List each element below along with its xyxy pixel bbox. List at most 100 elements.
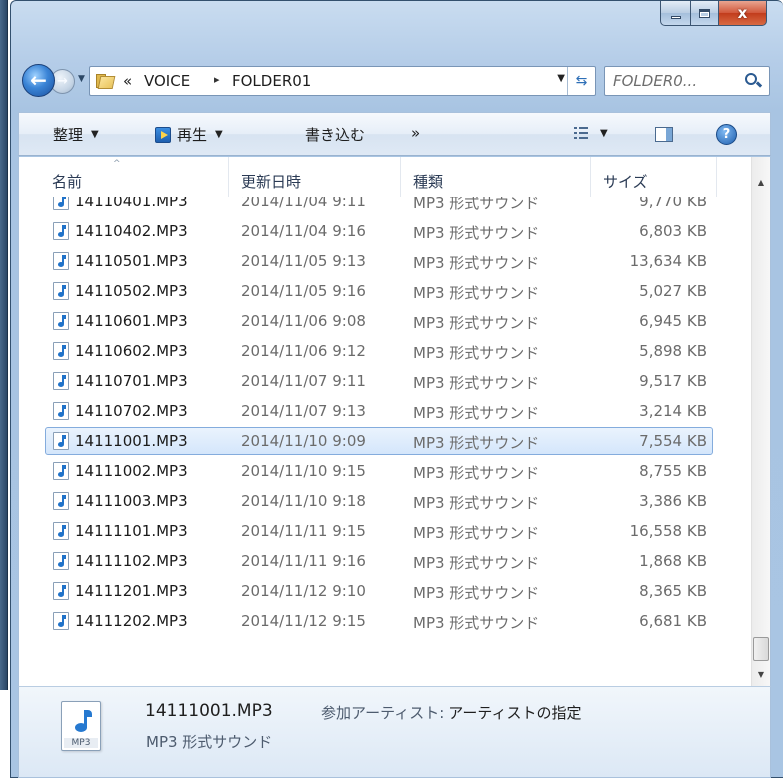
file-date: 2014/11/05 9:16 [241,282,366,300]
more-commands-button[interactable]: » [411,124,420,142]
column-header-size[interactable]: サイズ [591,157,717,197]
file-type: MP3 形式サウンド [413,404,540,422]
scroll-down-arrow-icon[interactable]: ▼ [752,665,770,683]
file-name: 14111201.MP3 [75,582,188,600]
column-header-date[interactable]: 更新日時 [229,157,401,197]
file-row[interactable]: 14111003.MP3 2014/11/10 9:18 MP3 形式サウンド 3,3… [19,486,737,516]
file-size: 5,898 KB [639,342,707,360]
audio-file-icon [53,402,69,420]
file-size: 13,634 KB [629,252,707,270]
burn-label: 書き込む [305,126,366,144]
file-date: 2014/11/11 9:15 [241,522,366,540]
audio-file-icon [53,492,69,510]
file-name: 14110601.MP3 [75,312,188,330]
refresh-button[interactable]: ⇆ [567,67,595,95]
change-view-button[interactable]: ▼ [574,127,608,139]
file-type: MP3 形式サウンド [413,584,540,602]
search-box [604,66,770,96]
navigation-bar: ← → ▼ « VOICE ▸ FOLDER01 ▼ ⇆ [18,60,770,100]
file-size: 6,803 KB [639,222,707,240]
scroll-up-arrow-icon[interactable]: ▲ [752,173,770,191]
file-name: 14111003.MP3 [75,492,188,510]
audio-file-icon [53,312,69,330]
minimize-button[interactable] [660,1,691,26]
recent-pages-dropdown-icon[interactable]: ▼ [78,74,85,84]
play-button[interactable]: 再生 ▼ [155,124,223,145]
file-row[interactable]: 14111002.MP3 2014/11/10 9:15 MP3 形式サウンド 8,7… [19,456,737,486]
file-size: 3,214 KB [639,402,707,420]
file-size: 16,558 KB [629,522,707,540]
breadcrumb-folder01[interactable]: FOLDER01 [232,72,311,90]
file-type: MP3 形式サウンド [413,464,540,482]
artist-value-field[interactable]: アーティストの指定 [448,704,581,722]
file-name: 14110402.MP3 [75,222,188,240]
refresh-icon: ⇆ [575,73,588,89]
close-button[interactable]: x [719,1,767,26]
file-row[interactable]: 14110602.MP3 2014/11/06 9:12 MP3 形式サウンド 5,8… [19,336,737,366]
file-name: 14111101.MP3 [75,522,188,540]
column-header-name[interactable]: 名前 [19,157,229,197]
file-row-selected[interactable]: 14111001.MP3 2014/11/10 9:09 MP3 形式サウンド 7,5… [19,426,737,456]
breadcrumb-overflow[interactable]: « [123,72,132,90]
file-type: MP3 形式サウンド [413,524,540,542]
file-row[interactable]: 14111202.MP3 2014/11/12 9:15 MP3 形式サウンド 6,6… [19,606,737,636]
audio-file-icon [53,432,69,450]
back-button[interactable]: ← [22,64,55,97]
maximize-icon [699,8,710,18]
file-row[interactable]: 14111101.MP3 2014/11/11 9:15 MP3 形式サウンド 16,… [19,516,737,546]
background-window-edge [0,0,8,690]
file-date: 2014/11/06 9:12 [241,342,366,360]
vertical-scrollbar[interactable]: ▲ ▼ [751,157,770,686]
file-name: 14110502.MP3 [75,282,188,300]
file-type: MP3 形式サウンド [413,434,540,452]
breadcrumb-separator-icon[interactable]: ▸ [214,73,220,86]
file-type: MP3 形式サウンド [413,614,540,632]
audio-file-icon [53,342,69,360]
file-row[interactable]: 14110502.MP3 2014/11/05 9:16 MP3 形式サウンド 5,0… [19,276,737,306]
file-type: MP3 形式サウンド [413,554,540,572]
forward-arrow-icon: → [57,74,68,89]
preview-pane-icon[interactable] [655,127,673,142]
file-row[interactable]: 14111201.MP3 2014/11/12 9:10 MP3 形式サウンド 8,3… [19,576,737,606]
scrollbar-thumb[interactable] [753,637,769,661]
audio-file-icon [53,282,69,300]
file-type: MP3 形式サウンド [413,494,540,512]
address-bar[interactable]: « VOICE ▸ FOLDER01 ▼ ⇆ [89,66,596,96]
file-size: 6,945 KB [639,312,707,330]
file-name: 14110702.MP3 [75,402,188,420]
chevron-down-icon: ▼ [600,127,608,139]
caption-buttons: x [660,1,767,26]
chevron-down-icon: ▼ [91,129,99,140]
file-row[interactable]: 14110501.MP3 2014/11/05 9:13 MP3 形式サウンド 13,… [19,246,737,276]
close-icon: x [737,4,748,22]
file-size: 8,365 KB [639,582,707,600]
file-date: 2014/11/11 9:16 [241,552,366,570]
help-icon[interactable]: ? [716,124,737,145]
breadcrumb-voice[interactable]: VOICE [144,72,190,90]
file-row[interactable]: 14111102.MP3 2014/11/11 9:16 MP3 形式サウンド 1,8… [19,546,737,576]
file-row[interactable]: 14110402.MP3 2014/11/04 9:16 MP3 形式サウンド 6,8… [19,216,737,246]
file-name: 14111001.MP3 [75,432,188,450]
file-date: 2014/11/04 9:16 [241,222,366,240]
file-row[interactable]: 14110601.MP3 2014/11/06 9:08 MP3 形式サウンド 6,9… [19,306,737,336]
address-dropdown-icon[interactable]: ▼ [557,73,565,84]
file-row[interactable]: 14110701.MP3 2014/11/07 9:11 MP3 形式サウンド 9,5… [19,366,737,396]
burn-button[interactable]: 書き込む [305,124,365,145]
audio-file-icon [53,522,69,540]
file-date: 2014/11/05 9:13 [241,252,366,270]
file-size: 9,517 KB [639,372,707,390]
organize-button[interactable]: 整理 ▼ [53,124,99,145]
file-date: 2014/11/10 9:09 [241,432,366,450]
file-type: MP3 形式サウンド [413,314,540,332]
file-size: 8,755 KB [639,462,707,480]
file-row[interactable]: 14110702.MP3 2014/11/07 9:13 MP3 形式サウンド 3,2… [19,396,737,426]
organize-label: 整理 [53,126,84,144]
search-icon[interactable] [745,73,763,90]
maximize-button[interactable] [691,1,719,26]
search-input[interactable] [613,72,738,90]
play-icon [155,126,171,143]
file-date: 2014/11/07 9:13 [241,402,366,420]
file-type: MP3 形式サウンド [413,374,540,392]
file-type: MP3 形式サウンド [413,344,540,362]
column-header-type[interactable]: 種類 [401,157,591,197]
